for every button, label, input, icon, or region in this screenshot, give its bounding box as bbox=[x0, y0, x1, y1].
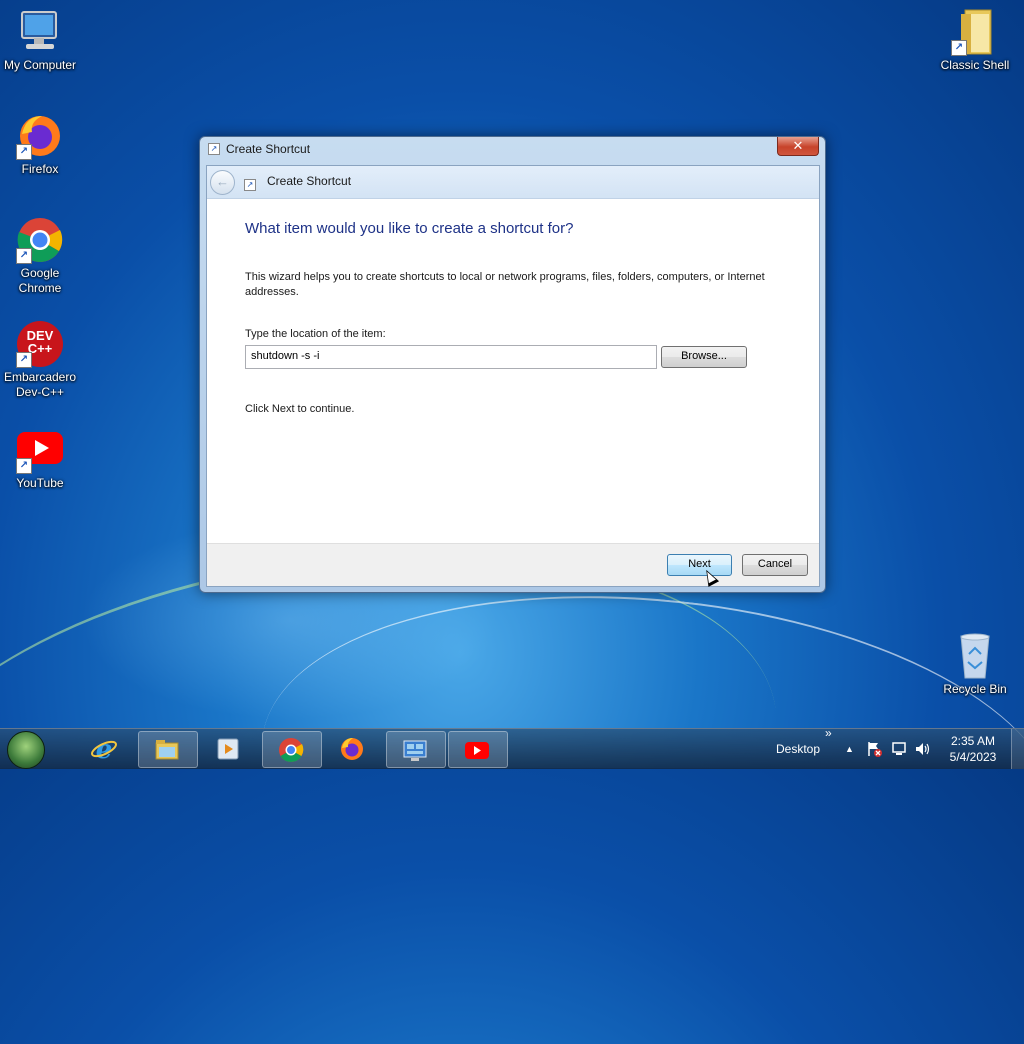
desktop-icon-label: Embarcadero Dev-C++ bbox=[3, 370, 77, 399]
computer-icon bbox=[16, 8, 64, 56]
youtube-icon bbox=[465, 742, 489, 759]
create-shortcut-dialog: ↗ Create Shortcut ✕ ← ↗ Create Shortcut … bbox=[199, 136, 826, 593]
dialog-title: Create Shortcut bbox=[226, 142, 311, 156]
shortcut-arrow-icon: ↗ bbox=[16, 458, 32, 474]
desktop-icon-recycle-bin[interactable]: Recycle Bin bbox=[935, 632, 1015, 697]
youtube-icon: ↗ bbox=[16, 426, 64, 474]
chrome-icon: ↗ bbox=[16, 216, 64, 264]
svg-text:e: e bbox=[96, 736, 113, 762]
volume-icon[interactable] bbox=[914, 741, 932, 757]
taskbar: e Desktop » ▲ 2:35 AM 5/4/2023 bbox=[0, 726, 1024, 769]
network-icon[interactable] bbox=[891, 741, 907, 757]
wizard-content: ← ↗ Create Shortcut What item would you … bbox=[206, 165, 820, 587]
file-explorer-icon bbox=[155, 740, 179, 760]
firefox-icon bbox=[341, 738, 363, 760]
continue-instruction: Click Next to continue. bbox=[245, 403, 355, 415]
toolbar-chevron-icon[interactable]: » bbox=[825, 723, 832, 763]
taskbar-item-media-player[interactable] bbox=[200, 731, 258, 766]
shortcut-icon: ↗ bbox=[208, 143, 220, 155]
taskbar-item-file-explorer[interactable] bbox=[138, 731, 198, 768]
system-clock[interactable]: 2:35 AM 5/4/2023 bbox=[940, 733, 1006, 773]
desktop-icon-youtube[interactable]: ↗ YouTube bbox=[0, 426, 80, 491]
recycle-bin-icon bbox=[951, 632, 999, 680]
shortcut-arrow-icon: ↗ bbox=[951, 40, 967, 56]
folder-icon: ↗ bbox=[951, 8, 999, 56]
desktop-icon-google-chrome[interactable]: ↗ Google Chrome bbox=[0, 216, 80, 296]
close-button[interactable]: ✕ bbox=[777, 137, 819, 156]
start-button[interactable] bbox=[7, 731, 45, 769]
show-desktop-button[interactable] bbox=[1011, 729, 1024, 769]
media-player-icon bbox=[217, 738, 239, 760]
desktop-icon-my-computer[interactable]: My Computer bbox=[0, 8, 80, 73]
taskbar-item-chrome[interactable] bbox=[262, 731, 322, 768]
shortcut-arrow-icon: ↗ bbox=[16, 352, 32, 368]
chrome-icon bbox=[279, 738, 304, 763]
wizard-heading: What item would you like to create a sho… bbox=[245, 220, 574, 237]
shortcut-arrow-icon: ↗ bbox=[16, 144, 32, 160]
location-input[interactable]: shutdown -s -i bbox=[245, 345, 657, 369]
desktop-icon-label: Firefox bbox=[21, 162, 59, 176]
browse-button[interactable]: Browse... bbox=[661, 346, 747, 368]
shortcut-arrow-icon: ↗ bbox=[16, 248, 32, 264]
show-hidden-icons-button[interactable]: ▲ bbox=[845, 729, 854, 769]
action-center-icon[interactable] bbox=[866, 741, 882, 757]
desktop-icon-label: My Computer bbox=[3, 58, 77, 72]
desktop-icon-firefox[interactable]: ↗ Firefox bbox=[0, 112, 80, 177]
firefox-icon: ↗ bbox=[16, 112, 64, 160]
desktop-icon-label: YouTube bbox=[16, 476, 64, 490]
desktop-icon-classic-shell[interactable]: ↗ Classic Shell bbox=[935, 8, 1015, 73]
wizard-nav-title: Create Shortcut bbox=[267, 174, 352, 188]
taskbar-item-youtube[interactable] bbox=[448, 731, 508, 768]
dialog-titlebar[interactable]: ↗ Create Shortcut bbox=[208, 142, 310, 156]
taskbar-item-control-panel[interactable] bbox=[386, 731, 446, 768]
location-label: Type the location of the item: bbox=[245, 328, 386, 340]
shortcut-icon: ↗ bbox=[244, 179, 256, 191]
clock-date: 5/4/2023 bbox=[949, 750, 997, 764]
internet-explorer-icon: e bbox=[91, 736, 117, 762]
taskbar-item-firefox[interactable] bbox=[324, 731, 382, 766]
taskbar-item-internet-explorer[interactable]: e bbox=[76, 731, 134, 766]
desktop-toolbar-label[interactable]: Desktop bbox=[776, 729, 820, 769]
wizard-footer: Next Cancel bbox=[207, 543, 819, 586]
cancel-button[interactable]: Cancel bbox=[742, 554, 808, 576]
next-button[interactable]: Next bbox=[667, 554, 732, 576]
desktop-icon-label: Recycle Bin bbox=[943, 682, 1007, 696]
devcpp-icon: DEV C++ ↗ bbox=[16, 320, 64, 368]
wizard-nav-bar: ← ↗ Create Shortcut bbox=[207, 166, 819, 199]
desktop-icon-label: Google Chrome bbox=[18, 266, 62, 295]
desktop-icon-label: Classic Shell bbox=[940, 58, 1010, 72]
back-arrow-icon[interactable]: ← bbox=[210, 170, 235, 195]
clock-time: 2:35 AM bbox=[950, 734, 996, 748]
control-panel-icon bbox=[403, 740, 427, 761]
desktop-icon-devcpp[interactable]: DEV C++ ↗ Embarcadero Dev-C++ bbox=[0, 320, 80, 400]
wizard-description: This wizard helps you to create shortcut… bbox=[245, 271, 765, 298]
